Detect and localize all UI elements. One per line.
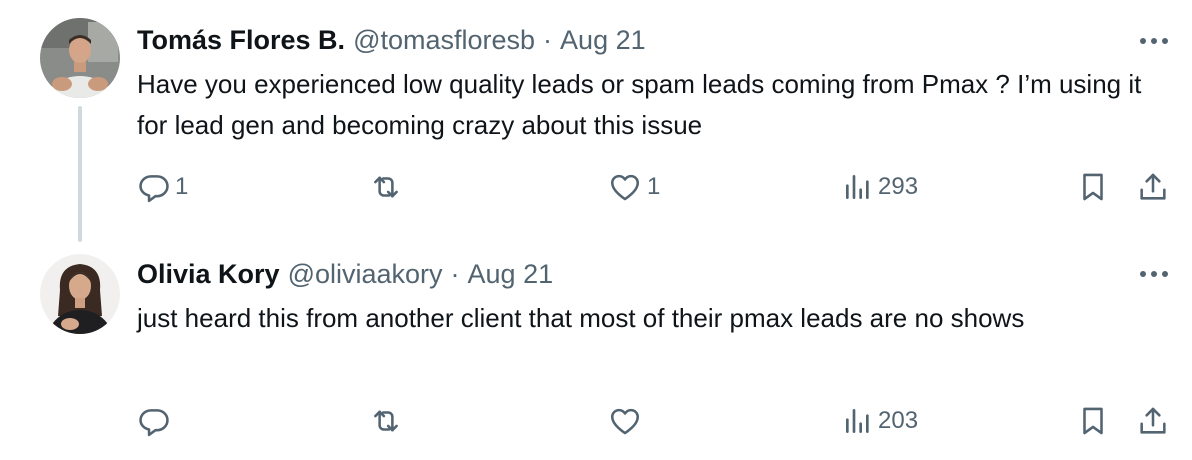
bookmark-icon (1083, 407, 1103, 435)
bookmark-icon (1083, 173, 1103, 201)
more-horizontal-icon (1140, 38, 1168, 44)
like-count: 1 (647, 173, 661, 200)
author-name[interactable]: Olivia Kory (137, 259, 280, 290)
share-button[interactable] (1136, 404, 1170, 438)
reply-icon (139, 175, 169, 203)
views-button[interactable]: 203 (842, 404, 918, 438)
tweet-header: Tomás Flores B. @tomasfloresb · Aug 21 (137, 22, 646, 58)
like-button[interactable] (607, 404, 643, 438)
tweet-date[interactable]: Aug 21 (560, 25, 646, 56)
thread-line (78, 106, 82, 242)
avatar[interactable] (40, 254, 120, 334)
view-count: 203 (878, 407, 919, 434)
reply-button[interactable] (137, 404, 175, 438)
avatar[interactable] (40, 18, 120, 98)
separator: · (450, 258, 460, 289)
reply-count: 1 (175, 173, 189, 200)
reply-icon (139, 409, 169, 437)
share-icon (1140, 407, 1166, 434)
bookmark-button[interactable] (1076, 170, 1110, 204)
view-count: 293 (878, 173, 919, 200)
tweet-date[interactable]: Aug 21 (468, 259, 554, 290)
more-options-button[interactable] (1134, 29, 1174, 53)
tweet-1[interactable]: Tomás Flores B. @tomasfloresb · Aug 21 H… (0, 0, 1192, 245)
reply-button[interactable]: 1 (137, 170, 188, 204)
tweet-text: just heard this from another client that… (137, 303, 1025, 333)
author-handle[interactable]: @tomasfloresb (353, 25, 535, 56)
author-handle[interactable]: @oliviaakory (288, 259, 443, 290)
tweet-header: Olivia Kory @oliviaakory · Aug 21 (137, 256, 553, 292)
heart-icon (610, 174, 640, 201)
author-name[interactable]: Tomás Flores B. (137, 25, 345, 56)
analytics-icon (846, 175, 869, 199)
repost-button[interactable] (368, 170, 404, 204)
repost-icon (374, 176, 398, 198)
separator: · (543, 24, 553, 55)
share-button[interactable] (1136, 170, 1170, 204)
tweet-text: Have you experienced low quality leads o… (137, 69, 1142, 140)
more-options-button[interactable] (1134, 262, 1174, 286)
heart-icon (610, 408, 640, 435)
repost-button[interactable] (368, 404, 404, 438)
avatar-photo (40, 254, 120, 334)
more-horizontal-icon (1140, 271, 1168, 277)
bookmark-button[interactable] (1076, 404, 1110, 438)
analytics-icon (846, 409, 869, 433)
avatar-photo (40, 18, 120, 98)
tweet-2[interactable]: Olivia Kory @oliviaakory · Aug 21 just h… (0, 245, 1192, 460)
share-icon (1140, 173, 1166, 200)
repost-icon (374, 410, 398, 432)
views-button[interactable]: 293 (842, 170, 918, 204)
like-button[interactable]: 1 (607, 170, 660, 204)
